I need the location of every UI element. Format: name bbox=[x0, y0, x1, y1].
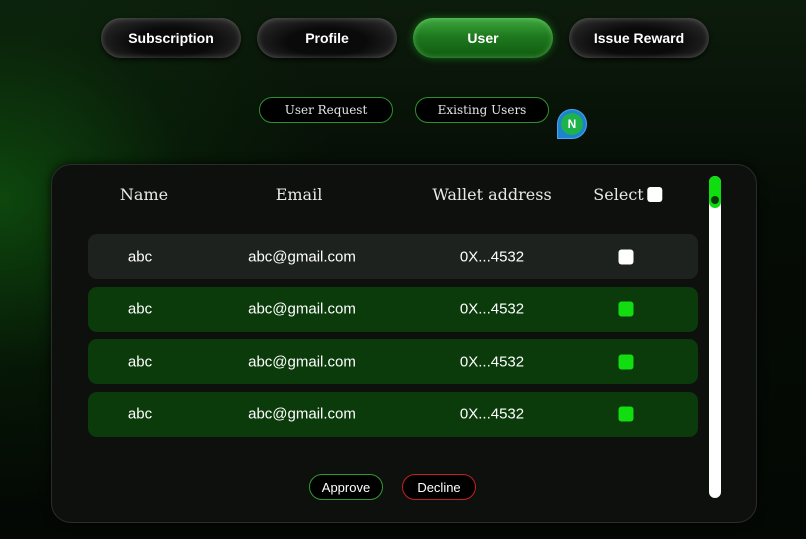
row-checkbox[interactable] bbox=[618, 301, 634, 317]
row-email: abc@gmail.com bbox=[248, 248, 356, 265]
table-row[interactable]: abc abc@gmail.com 0X...4532 bbox=[88, 286, 698, 332]
row-name: abc bbox=[127, 353, 153, 370]
row-checkbox[interactable] bbox=[618, 354, 634, 369]
row-name: abc bbox=[127, 405, 153, 423]
row-wallet: 0X...4532 bbox=[459, 248, 525, 265]
approve-button[interactable]: Approve bbox=[309, 474, 383, 500]
tab-user[interactable]: User bbox=[413, 18, 553, 58]
row-checkbox[interactable] bbox=[618, 406, 634, 422]
user-request-panel: Name Email Wallet address Select abc abc… bbox=[51, 164, 757, 523]
header-wallet-address: Wallet address bbox=[432, 185, 552, 204]
scrollbar-thumb[interactable] bbox=[709, 176, 721, 208]
table-header: Name Email Wallet address Select bbox=[52, 185, 712, 209]
row-email: abc@gmail.com bbox=[248, 405, 356, 423]
subtab-existing-users[interactable]: Existing Users bbox=[415, 97, 549, 123]
header-select-label: Select bbox=[593, 185, 644, 204]
row-checkbox[interactable] bbox=[618, 249, 634, 264]
table-body: abc abc@gmail.com 0X...4532 abc abc@gmai… bbox=[88, 234, 698, 444]
row-wallet: 0X...4532 bbox=[459, 405, 525, 423]
row-email: abc@gmail.com bbox=[248, 300, 356, 318]
table-row[interactable]: abc abc@gmail.com 0X...4532 bbox=[88, 234, 698, 279]
row-name: abc bbox=[127, 300, 153, 318]
avatar[interactable]: N bbox=[557, 109, 587, 139]
decline-button[interactable]: Decline bbox=[402, 474, 476, 500]
table-row[interactable]: abc abc@gmail.com 0X...4532 bbox=[88, 391, 698, 437]
sub-nav-tabs: User Request Existing Users bbox=[259, 97, 549, 123]
row-email: abc@gmail.com bbox=[248, 353, 356, 370]
tab-profile[interactable]: Profile bbox=[257, 18, 397, 58]
row-wallet: 0X...4532 bbox=[459, 300, 525, 318]
table-row[interactable]: abc abc@gmail.com 0X...4532 bbox=[88, 339, 698, 384]
subtab-user-request[interactable]: User Request bbox=[259, 97, 393, 123]
header-select: Select bbox=[593, 185, 663, 204]
header-email: Email bbox=[275, 185, 323, 204]
action-bar: Approve Decline bbox=[52, 474, 758, 500]
tab-issue-reward[interactable]: Issue Reward bbox=[569, 18, 709, 58]
vertical-scrollbar[interactable] bbox=[709, 176, 721, 498]
top-nav-tabs: Subscription Profile User Issue Reward bbox=[101, 18, 709, 58]
row-wallet: 0X...4532 bbox=[459, 353, 525, 370]
scrollbar-knob bbox=[711, 196, 719, 204]
tab-subscription[interactable]: Subscription bbox=[101, 18, 241, 58]
header-name: Name bbox=[119, 185, 169, 204]
avatar-initial: N bbox=[561, 113, 583, 135]
row-name: abc bbox=[127, 248, 153, 265]
select-all-checkbox[interactable] bbox=[647, 187, 663, 202]
